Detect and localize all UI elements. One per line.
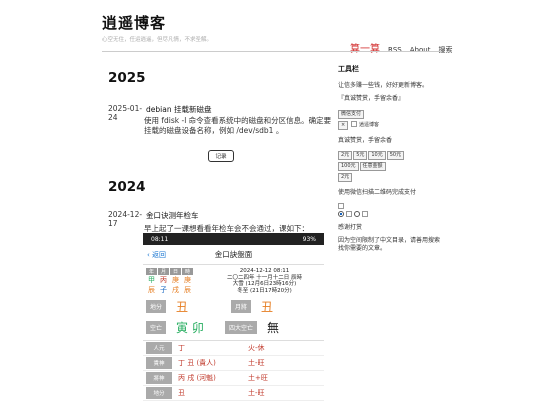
pillar-stem: 庚: [172, 276, 179, 284]
list-item: 地分 丑 土-旺: [143, 386, 324, 401]
phone-screenshot-image: 08:11 93% ‹ 返回 金口訣盤面 年 月 日 時 甲 丙 庚 庚 辰 子…: [143, 233, 324, 405]
amount-button[interactable]: 5元: [353, 151, 368, 160]
sidebar-text: 让信多赚一些钱，好好更新博客。: [338, 81, 429, 89]
broken-image-icon: [361, 210, 368, 217]
radio-button[interactable]: [338, 210, 344, 217]
wechat-pay-button[interactable]: 微信支付: [338, 109, 365, 119]
battery-status: 93%: [302, 235, 316, 243]
image-alt-text: 逍遥博客: [359, 121, 380, 128]
grid-label: 月將: [231, 300, 252, 313]
pillar-stem: 丙: [160, 276, 167, 284]
grid-label: 地分: [146, 300, 167, 313]
status-time: 08:11: [151, 235, 169, 243]
post-date: 2025-01-24: [108, 104, 143, 122]
sidebar-text: 使用微信扫描二维码完成支付: [338, 189, 417, 196]
year-heading: 2024: [108, 179, 146, 195]
grid-value: 寅 卯: [176, 321, 204, 335]
top-nav: 算一算 RSS About 搜索: [350, 40, 452, 55]
post-date: 2024-12-17: [108, 210, 143, 228]
four-pillars: 年 月 日 時 甲 丙 庚 庚 辰 子 戌 辰: [146, 268, 208, 294]
amount-button[interactable]: 2元: [338, 173, 353, 182]
phone-page-title: 金口訣盤面: [214, 250, 253, 259]
broken-image-icon: [338, 203, 344, 209]
grid-value: 無: [267, 321, 280, 335]
detail-list: 人元 丁 火-休 貴神 丁 丑 (貴人) 土-旺 將神 丙 戌 (河魁) 土+旺…: [143, 340, 324, 401]
pillar-stem: 甲: [148, 276, 155, 284]
sidebar-text: 真诚赞赏，手留余香: [338, 136, 393, 144]
grid-value: 丑: [261, 300, 274, 314]
grid-row: 地分 丑 月將 丑: [143, 297, 324, 316]
back-link: ‹ 返回: [147, 250, 167, 259]
broken-image-icon: [345, 210, 352, 217]
list-element: 土+旺: [248, 374, 268, 382]
grid-label: 空亡: [146, 321, 167, 334]
list-item: 貴神 丁 丑 (貴人) 土-旺: [143, 356, 324, 371]
list-element: 火-休: [248, 344, 265, 352]
grid-value: 丑: [176, 300, 189, 314]
amount-button[interactable]: 100元: [338, 162, 359, 171]
list-item: 將神 丙 戌 (河魁) 土+旺: [143, 371, 324, 386]
broken-image-icon: [351, 121, 358, 127]
grid-row: 空亡 寅 卯 四大空亡 無: [143, 318, 324, 337]
pillar-info: 年 月 日 時 甲 丙 庚 庚 辰 子 戌 辰 2024-12-12 08:11…: [143, 265, 324, 295]
amount-button[interactable]: 2元: [338, 151, 353, 160]
pillar-header: 年: [146, 268, 157, 275]
list-value: 丑: [178, 389, 185, 397]
record-button[interactable]: 记录: [208, 150, 234, 162]
sidebar-text: 『真诚赞赏，手留余香』: [338, 95, 405, 102]
pillar-header: 時: [182, 268, 193, 275]
back-label: 返回: [152, 250, 167, 259]
main-content: 2025 2025-01-24 debian 挂载新磁盘 使用 fdisk -l…: [108, 70, 334, 234]
list-item: 人元 丁 火-休: [143, 341, 324, 356]
header-divider: [102, 51, 442, 52]
sidebar-text: 因为空间限制了中文目录，请善用搜索找你需要的文章。: [338, 237, 441, 252]
phone-app-bar: ‹ 返回 金口訣盤面: [143, 245, 324, 265]
grid-label: 四大空亡: [225, 321, 258, 334]
date-line: 冬至 (21日17時20分): [237, 287, 292, 294]
date-info: 2024-12-12 08:11 二〇二四年 十一月十二日 辰時 大雪 (12月…: [208, 268, 321, 294]
list-value: 丁: [178, 344, 185, 352]
nav-search-link[interactable]: 搜索: [438, 45, 452, 55]
pillar-header: 月: [158, 268, 169, 275]
list-key: 人元: [146, 342, 172, 354]
nav-about-link[interactable]: About: [410, 46, 431, 54]
close-icon[interactable]: ×: [338, 120, 349, 130]
site-title[interactable]: 逍遥博客: [102, 12, 442, 33]
nav-rss-link[interactable]: RSS: [388, 46, 402, 54]
radio-button[interactable]: [353, 210, 360, 217]
list-key: 地分: [146, 387, 172, 399]
site-header: 逍遥博客 心空无住，任运逍遥，但尽凡情，不求圣解。: [102, 12, 442, 43]
sidebar-title: 工具栏: [338, 65, 359, 73]
sidebar: 工具栏 让信多赚一些钱，好好更新博客。 『真诚赞赏，手留余香』 微信支付 × 逍…: [338, 65, 442, 258]
amount-button[interactable]: 50元: [386, 151, 405, 160]
amount-button[interactable]: 10元: [368, 151, 386, 160]
sidebar-text: 感谢打赏: [338, 223, 363, 231]
phone-status-bar: 08:11 93%: [143, 233, 324, 245]
nav-brand-link[interactable]: 算一算: [350, 40, 380, 55]
list-value: 丁 丑 (貴人): [178, 359, 216, 367]
list-element: 土-旺: [248, 389, 265, 397]
list-element: 土-旺: [248, 359, 265, 367]
amount-button[interactable]: 任意金额: [359, 162, 386, 171]
pillar-branch: 辰: [148, 286, 155, 294]
pillar-stem: 庚: [184, 276, 191, 284]
list-key: 貴神: [146, 357, 172, 369]
pillar-branch: 戌: [172, 286, 179, 294]
post-title-link[interactable]: 金口诀测年检车: [146, 210, 334, 221]
pillar-branch: 子: [160, 286, 167, 294]
list-value: 丙 戌 (河魁): [178, 374, 216, 382]
pillar-branch: 辰: [184, 286, 191, 294]
year-heading: 2025: [108, 70, 146, 86]
pillar-header: 日: [170, 268, 181, 275]
post-title-link[interactable]: debian 挂载新磁盘: [146, 104, 334, 115]
list-key: 將神: [146, 372, 172, 384]
